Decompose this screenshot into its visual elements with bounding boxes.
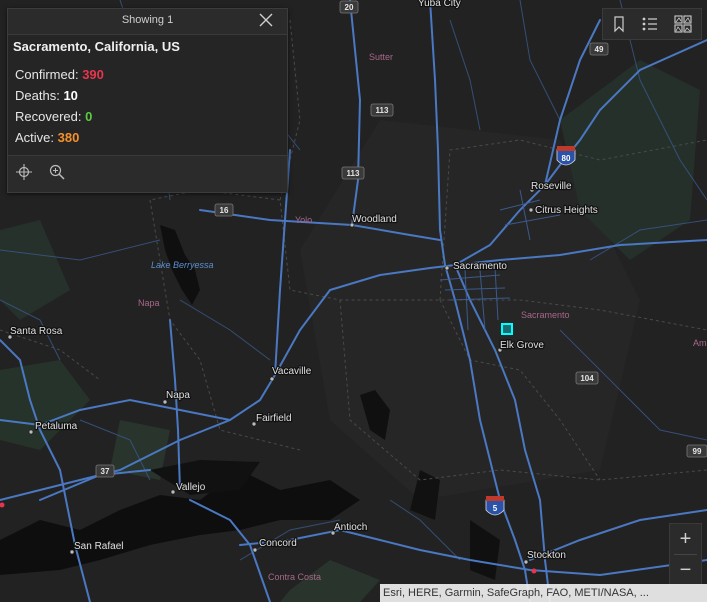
svg-text:Fairfield: Fairfield: [256, 413, 292, 424]
close-icon[interactable]: [257, 11, 275, 29]
feature-popup: Showing 1 Sacramento, California, US Con…: [7, 8, 288, 193]
svg-text:Roseville: Roseville: [531, 181, 572, 192]
stat-recovered-label: Recovered:: [15, 109, 82, 124]
svg-text:Santa Rosa: Santa Rosa: [10, 326, 63, 337]
svg-text:Yuba City: Yuba City: [418, 0, 461, 9]
svg-text:Citrus Heights: Citrus Heights: [535, 205, 598, 216]
svg-text:5: 5: [493, 504, 498, 513]
legend-icon[interactable]: [640, 14, 660, 34]
svg-text:Sacramento: Sacramento: [453, 261, 507, 272]
interstate-shield-80: 80: [556, 146, 576, 166]
svg-text:San Rafael: San Rafael: [74, 541, 123, 552]
svg-text:Ama: Ama: [693, 338, 707, 348]
svg-text:Lake Berryessa: Lake Berryessa: [151, 260, 214, 270]
svg-text:20: 20: [345, 3, 354, 12]
svg-text:80: 80: [562, 154, 571, 163]
svg-text:Contra Costa: Contra Costa: [268, 572, 321, 582]
zoom-in-button[interactable]: +: [670, 524, 701, 554]
svg-text:Napa: Napa: [138, 298, 160, 308]
svg-text:Stockton: Stockton: [527, 550, 566, 561]
highway-shield-99: 99: [686, 444, 707, 458]
svg-text:Yolo: Yolo: [295, 215, 312, 225]
popup-content: Sacramento, California, US Confirmed: 39…: [8, 34, 287, 156]
svg-text:Antioch: Antioch: [334, 522, 367, 533]
svg-text:16: 16: [220, 206, 229, 215]
popup-header: Showing 1: [8, 9, 287, 33]
zoom-control: + −: [669, 523, 702, 586]
stat-active-value: 380: [57, 130, 80, 145]
stat-confirmed: Confirmed: 390: [15, 67, 104, 82]
popup-title: Sacramento, California, US: [13, 39, 180, 54]
highway-shield-49: 49: [589, 42, 609, 56]
stat-deaths-label: Deaths:: [15, 88, 60, 103]
map-attribution[interactable]: Esri, HERE, Garmin, SafeGraph, FAO, METI…: [380, 584, 707, 602]
interstate-shield-5: 5: [485, 496, 505, 516]
highway-shield-20: 20: [339, 0, 359, 14]
highway-shield-16: 16: [214, 203, 234, 217]
svg-text:99: 99: [693, 447, 702, 456]
highway-shield-37: 37: [95, 464, 115, 478]
stat-active: Active: 380: [15, 130, 79, 145]
svg-text:Vallejo: Vallejo: [176, 482, 206, 493]
svg-text:Elk Grove: Elk Grove: [500, 340, 544, 351]
map-toolbar: [602, 8, 702, 40]
svg-text:Vacaville: Vacaville: [272, 366, 312, 377]
stat-recovered: Recovered: 0: [15, 109, 92, 124]
highway-shield-113: 113: [341, 166, 365, 180]
svg-text:113: 113: [347, 169, 360, 178]
svg-text:Petaluma: Petaluma: [35, 421, 78, 432]
bookmark-icon[interactable]: [609, 14, 629, 34]
svg-text:Concord: Concord: [259, 538, 297, 549]
stat-deaths-value: 10: [63, 88, 78, 103]
svg-text:37: 37: [101, 467, 110, 476]
svg-text:Sutter: Sutter: [369, 52, 393, 62]
stat-confirmed-value: 390: [82, 67, 104, 82]
selected-feature-highlight: [501, 323, 513, 335]
svg-text:113: 113: [376, 106, 389, 115]
stat-active-label: Active:: [15, 130, 55, 145]
highway-shield-113: 113: [370, 103, 394, 117]
svg-text:Napa: Napa: [166, 390, 190, 401]
svg-text:Sacramento: Sacramento: [521, 310, 570, 320]
stat-recovered-value: 0: [85, 109, 93, 124]
move-icon[interactable]: [15, 163, 33, 181]
svg-text:104: 104: [580, 374, 594, 383]
svg-text:49: 49: [595, 45, 604, 54]
svg-text:Woodland: Woodland: [352, 214, 397, 225]
zoom-to-icon[interactable]: [48, 163, 66, 181]
popup-feature-count: Showing 1: [121, 14, 174, 26]
highway-shield-104: 104: [575, 371, 599, 385]
basemap-gallery-icon[interactable]: [673, 14, 693, 34]
zoom-out-button[interactable]: −: [670, 555, 701, 585]
stat-deaths: Deaths: 10: [15, 88, 78, 103]
stat-confirmed-label: Confirmed:: [15, 67, 79, 82]
